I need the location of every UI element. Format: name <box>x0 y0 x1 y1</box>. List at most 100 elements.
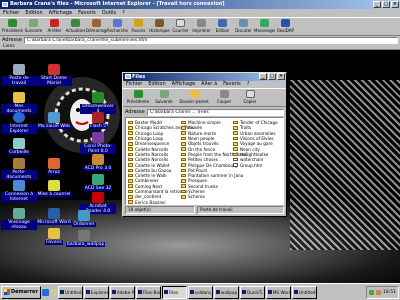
folder-icon <box>233 131 238 135</box>
browser-toolbar: Précédente Suivante Arrêter Actualiser D… <box>0 17 400 36</box>
file-list-item-label: Objets trouvés <box>188 141 219 147</box>
desktop-icon-flash[interactable]: Flash 5 <box>80 112 116 129</box>
explorer-forward-button[interactable]: Suivante <box>151 89 177 106</box>
history-button[interactable]: Historique <box>149 18 170 35</box>
taskbar-button[interactable]: MS Word <box>265 285 291 299</box>
desktop-icon-acd-pro[interactable]: ACD Pro 3.0 <box>80 154 116 171</box>
taskbar-button[interactable]: Untitled <box>291 285 317 299</box>
explorer-title: Files <box>132 74 146 80</box>
desktop-icon-my-documents[interactable]: Mes documents <box>1 92 37 114</box>
desktop-icon-recycle-bin[interactable]: Corbeille <box>1 138 37 155</box>
folder-icon <box>181 136 186 141</box>
explorer-parent-button[interactable]: Dossier parent <box>177 89 211 106</box>
explorer-menu-aller[interactable]: Aller à <box>201 81 217 88</box>
realdap-button[interactable]: RealDAP <box>275 18 296 35</box>
desktop-quicklaunch-icon[interactable] <box>49 288 57 296</box>
file-list-item[interactable]: Group.htm <box>233 162 283 168</box>
search-button[interactable]: Rechercher <box>107 18 128 35</box>
taskbar-button[interactable]: Untitled <box>57 285 83 299</box>
desktop-icon-corel[interactable]: Corel Photo-Paint 8.0 <box>80 132 116 154</box>
explorer-back-button[interactable]: Précédente <box>125 89 151 106</box>
app-icon <box>163 290 168 294</box>
links-label[interactable]: Liens <box>3 44 15 49</box>
folder-icon <box>128 136 133 141</box>
messenger-button[interactable]: Messenger <box>254 18 275 35</box>
maximize-button[interactable]: □ <box>382 1 390 8</box>
taskbar-button[interactable]: QuickTi... <box>239 285 265 299</box>
explorer-menu-fichier[interactable]: Fichier <box>126 81 142 88</box>
taskbar-button[interactable]: Explorer <box>83 285 109 299</box>
desktop-icon-acd-see[interactable]: ACD See 32 <box>80 174 116 191</box>
minimize-button[interactable]: _ <box>373 1 381 8</box>
menu-item-affichage[interactable]: Affichage <box>49 9 73 17</box>
folder-icon <box>233 142 238 146</box>
explorer-maximize-button[interactable]: □ <box>268 73 276 80</box>
desktop-icon-wallpaper[interactable]: barbara_wallpap <box>66 230 106 247</box>
explorer-menu-help[interactable]: ? <box>247 81 250 88</box>
desktop-icon-dreamweaver[interactable]: Dreamweaver 4 <box>80 92 116 114</box>
app-icon <box>267 290 272 294</box>
explorer-address-bar: Adresse C:\Barbara Crane\ ... \Files <box>123 108 286 116</box>
folder-icon <box>128 126 133 130</box>
explorer-close-button[interactable]: × <box>277 73 285 80</box>
menu-item-favoris[interactable]: Favoris <box>78 9 96 17</box>
menu-item-outils[interactable]: Outils <box>102 9 116 17</box>
connection-icon <box>13 180 25 191</box>
menu-item-help[interactable]: ? <box>122 9 125 17</box>
edit-button[interactable]: Edition <box>212 18 233 35</box>
desktop-icon-start-dome[interactable]: Start Dome Mariel <box>36 64 72 86</box>
ie-quicklaunch-icon[interactable] <box>41 288 49 296</box>
menu-item-edition[interactable]: Edition <box>25 9 42 17</box>
taskbar-button-label: Untitled <box>64 289 82 295</box>
explorer-cut-button[interactable]: Couper <box>211 89 237 106</box>
desktop-icon-mise-courriel[interactable]: Mise à courriel <box>36 180 72 197</box>
flash-icon <box>92 112 104 123</box>
start-button[interactable]: Démarrer <box>1 285 41 299</box>
desktop-icon-internet-connection[interactable]: Connexion à Internet <box>1 180 37 202</box>
folder-icon <box>128 195 133 199</box>
desktop-icon-briefcase[interactable]: Porte-documents <box>1 158 37 180</box>
discuss-button[interactable]: Discuter <box>233 18 254 35</box>
desktop-icon-ie[interactable]: Internet Explorer <box>1 112 37 134</box>
desktop-icon-my-computer[interactable]: Poste de travail <box>1 64 37 86</box>
history-icon <box>155 19 164 27</box>
explorer-minimize-button[interactable]: _ <box>259 73 267 80</box>
explorer-address-input[interactable]: C:\Barbara Crane\ ... \Files <box>146 108 284 116</box>
volume-tray-icon[interactable] <box>376 289 382 295</box>
file-list: Baxter Mudd Chicago Scratches and Patio Ch… <box>125 117 284 205</box>
desktop-icon-arroz[interactable]: Arroz <box>36 158 72 175</box>
mail-button[interactable]: Courrier <box>170 18 191 35</box>
explorer-copy-button[interactable]: Copier <box>237 89 263 106</box>
file-list-item[interactable]: Schema <box>181 194 231 199</box>
taskbar-button[interactable]: wallpap <box>213 285 239 299</box>
address-input[interactable]: C:\Barbara Crane\barbara_crane\file_subm… <box>23 36 398 44</box>
explorer-menu-affichage[interactable]: Affichage <box>172 81 196 88</box>
folder-icon <box>181 184 186 188</box>
desktop-icon-web[interactable]: Ma saisie Web <box>36 112 72 129</box>
network-tray-icon[interactable] <box>369 289 375 295</box>
taskbar-button[interactable]: soldans_ <box>187 285 213 299</box>
favorites-button[interactable]: Favoris <box>128 18 149 35</box>
file-list-item-label: Petites choses <box>188 157 218 163</box>
taskbar-button[interactable]: Adobe P... <box>109 285 135 299</box>
taskbar-button[interactable]: Files <box>161 285 187 299</box>
back-button[interactable]: Précédente <box>2 18 23 35</box>
desktop-icon-network[interactable]: Voisinage réseau <box>1 208 37 230</box>
desktop-icon-ordonner[interactable]: Ordonner <box>66 210 102 227</box>
menu-item-fichier[interactable]: Fichier <box>3 9 19 17</box>
stop-button[interactable]: Arrêter <box>44 18 65 35</box>
explorer-menu-favoris[interactable]: Favoris <box>223 81 241 88</box>
folder-icon <box>125 74 131 79</box>
stop-icon <box>50 19 59 27</box>
close-button[interactable]: × <box>391 1 399 8</box>
taskbar-button-label: wallpap <box>220 289 238 295</box>
file-list-item-label: Philippe De Chambourg <box>188 162 238 168</box>
forward-button[interactable]: Suivante <box>23 18 44 35</box>
taskbar-button[interactable]: Files-Bar <box>135 285 161 299</box>
explorer-menu-edition[interactable]: Edition <box>148 81 165 88</box>
file-list-item-label: der_contient <box>135 194 162 200</box>
file-list-item-label: Commandant la retrouve <box>135 189 188 194</box>
print-button[interactable]: Imprimer <box>191 18 212 35</box>
refresh-button[interactable]: Actualiser <box>65 18 86 35</box>
home-button[interactable]: Démarrage <box>86 18 107 35</box>
